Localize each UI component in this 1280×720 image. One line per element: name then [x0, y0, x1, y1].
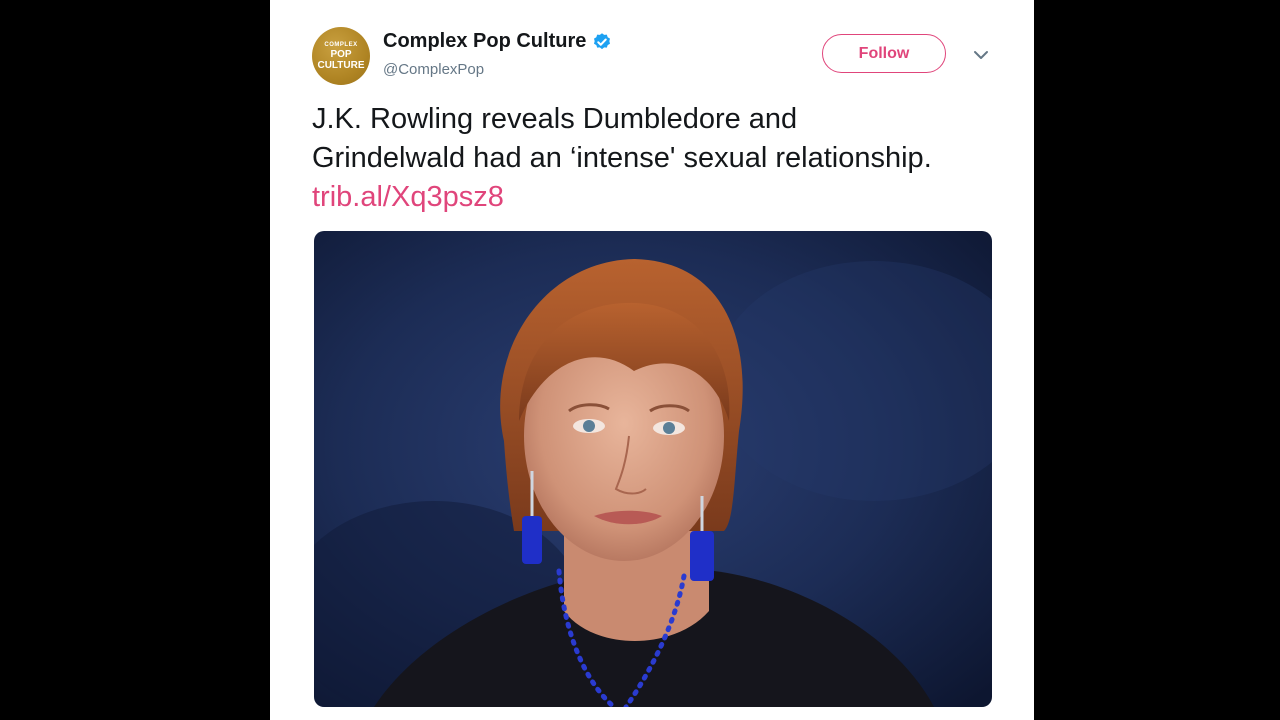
verified-badge-icon	[594, 32, 611, 49]
tweet-link[interactable]: trib.al/Xq3psz8	[312, 181, 504, 213]
author-handle[interactable]: @ComplexPop	[383, 61, 484, 78]
follow-button[interactable]: Follow	[822, 34, 946, 73]
photo-icon	[314, 231, 992, 707]
display-name: Complex Pop Culture	[383, 30, 587, 52]
tweet-text: J.K. Rowling reveals Dumbledore and Grin…	[312, 100, 952, 217]
tweet-body-text: J.K. Rowling reveals Dumbledore and Grin…	[312, 103, 932, 174]
author-name-row[interactable]: Complex Pop Culture	[383, 30, 612, 53]
avatar-brand-main: POP CULTURE	[317, 48, 365, 71]
tweet-photo[interactable]	[314, 231, 992, 707]
tweet-card: COMPLEX POP CULTURE Complex Pop Culture …	[270, 0, 1034, 720]
avatar-brand-top: COMPLEX	[324, 41, 358, 48]
chevron-down-icon[interactable]	[973, 49, 989, 61]
avatar[interactable]: COMPLEX POP CULTURE	[312, 27, 370, 85]
